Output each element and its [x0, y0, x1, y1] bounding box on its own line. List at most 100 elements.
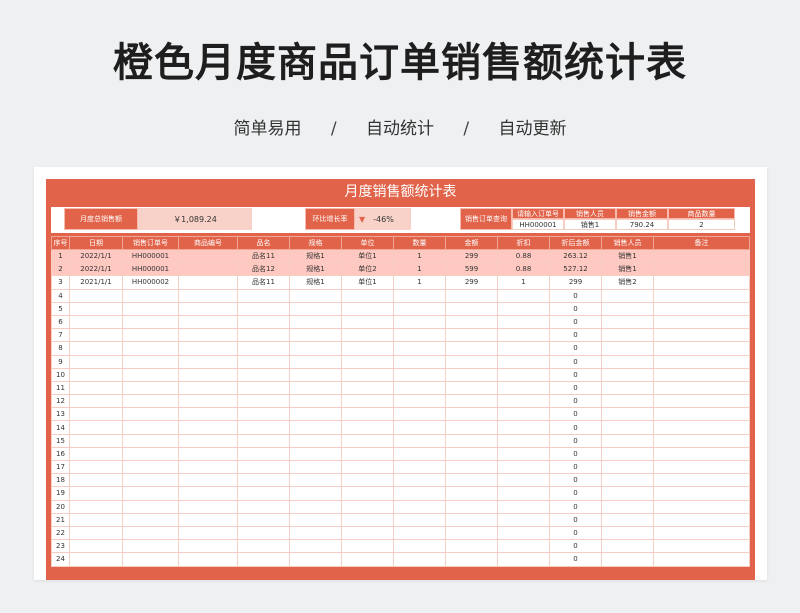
table-cell-product-name[interactable]	[237, 525, 290, 541]
table-cell-product-code[interactable]	[178, 275, 238, 290]
table-cell-product-name[interactable]	[237, 512, 290, 527]
table-cell-salesperson[interactable]	[601, 539, 654, 554]
table-cell-spec[interactable]	[289, 473, 342, 488]
table-cell-amount[interactable]	[445, 512, 498, 527]
table-cell-remark[interactable]	[653, 394, 750, 409]
table-cell-index[interactable]: 15	[51, 433, 70, 448]
table-cell-order-no[interactable]	[122, 486, 179, 501]
table-cell-spec[interactable]	[289, 301, 342, 316]
table-cell-discounted-amount[interactable]: 0	[549, 433, 602, 448]
table-cell-product-code[interactable]	[178, 459, 238, 475]
table-cell-discounted-amount[interactable]: 0	[549, 394, 602, 409]
table-cell-quantity[interactable]	[393, 341, 446, 356]
table-cell-discount[interactable]	[497, 394, 550, 409]
table-cell-amount[interactable]	[445, 552, 498, 567]
table-cell-date[interactable]	[69, 394, 123, 409]
table-cell-remark[interactable]	[653, 539, 750, 554]
table-cell-remark[interactable]	[653, 499, 750, 514]
table-cell-order-no[interactable]	[122, 328, 179, 343]
table-cell-unit[interactable]	[341, 380, 394, 396]
table-cell-date[interactable]	[69, 367, 123, 382]
table-cell-discounted-amount[interactable]: 0	[549, 420, 602, 435]
table-cell-spec[interactable]: 规格1	[289, 248, 342, 264]
table-cell-quantity[interactable]	[393, 407, 446, 422]
table-cell-index[interactable]: 8	[51, 341, 70, 356]
table-cell-discounted-amount[interactable]: 0	[549, 380, 602, 396]
table-cell-index[interactable]: 1	[51, 248, 70, 264]
table-cell-salesperson[interactable]	[601, 512, 654, 527]
table-cell-discount[interactable]	[497, 328, 550, 343]
total-sales-value[interactable]: ￥1,089.24	[138, 208, 252, 230]
table-cell-order-no[interactable]	[122, 394, 179, 409]
table-cell-discounted-amount[interactable]: 0	[549, 446, 602, 462]
table-cell-index[interactable]: 23	[51, 539, 70, 554]
table-cell-order-no[interactable]	[122, 539, 179, 554]
table-cell-discount[interactable]	[497, 473, 550, 488]
table-cell-quantity[interactable]	[393, 380, 446, 396]
table-cell-discount[interactable]	[497, 314, 550, 330]
table-cell-date[interactable]: 2021/1/1	[69, 275, 123, 290]
table-cell-amount[interactable]	[445, 420, 498, 435]
table-cell-product-name[interactable]: 品名11	[237, 248, 290, 264]
table-cell-index[interactable]: 18	[51, 473, 70, 488]
table-cell-product-code[interactable]	[178, 288, 238, 303]
table-cell-index[interactable]: 13	[51, 407, 70, 422]
table-cell-product-code[interactable]	[178, 367, 238, 382]
table-cell-date[interactable]	[69, 354, 123, 369]
table-cell-product-name[interactable]	[237, 499, 290, 514]
table-cell-date[interactable]	[69, 288, 123, 303]
table-cell-spec[interactable]	[289, 380, 342, 396]
table-cell-discounted-amount[interactable]: 0	[549, 486, 602, 501]
table-cell-quantity[interactable]	[393, 420, 446, 435]
table-cell-remark[interactable]	[653, 552, 750, 567]
table-cell-discount[interactable]	[497, 354, 550, 369]
table-cell-order-no[interactable]	[122, 512, 179, 527]
table-cell-date[interactable]	[69, 525, 123, 541]
table-cell-salesperson[interactable]: 销售1	[601, 262, 654, 277]
table-cell-order-no[interactable]	[122, 341, 179, 356]
table-cell-spec[interactable]	[289, 512, 342, 527]
table-cell-index[interactable]: 12	[51, 394, 70, 409]
table-cell-discount[interactable]	[497, 420, 550, 435]
table-cell-unit[interactable]	[341, 407, 394, 422]
table-cell-order-no[interactable]	[122, 367, 179, 382]
table-cell-date[interactable]	[69, 380, 123, 396]
table-cell-product-code[interactable]	[178, 341, 238, 356]
table-cell-unit[interactable]	[341, 288, 394, 303]
table-cell-date[interactable]	[69, 314, 123, 330]
table-cell-salesperson[interactable]	[601, 473, 654, 488]
table-cell-index[interactable]: 6	[51, 314, 70, 330]
table-cell-product-code[interactable]	[178, 486, 238, 501]
table-cell-product-code[interactable]	[178, 473, 238, 488]
table-cell-product-name[interactable]	[237, 433, 290, 448]
table-cell-discounted-amount[interactable]: 0	[549, 301, 602, 316]
table-cell-order-no[interactable]	[122, 446, 179, 462]
table-cell-date[interactable]	[69, 328, 123, 343]
table-cell-discounted-amount[interactable]: 0	[549, 328, 602, 343]
table-cell-salesperson[interactable]	[601, 301, 654, 316]
table-cell-salesperson[interactable]	[601, 380, 654, 396]
table-cell-product-name[interactable]	[237, 407, 290, 422]
table-cell-product-name[interactable]	[237, 328, 290, 343]
table-cell-index[interactable]: 24	[51, 552, 70, 567]
table-cell-unit[interactable]	[341, 354, 394, 369]
table-cell-discount[interactable]	[497, 380, 550, 396]
table-cell-remark[interactable]	[653, 301, 750, 316]
table-cell-salesperson[interactable]	[601, 499, 654, 514]
table-cell-index[interactable]: 22	[51, 525, 70, 541]
table-cell-discount[interactable]	[497, 446, 550, 462]
table-cell-order-no[interactable]	[122, 525, 179, 541]
table-cell-date[interactable]	[69, 446, 123, 462]
table-cell-index[interactable]: 9	[51, 354, 70, 369]
table-cell-date[interactable]	[69, 512, 123, 527]
table-cell-remark[interactable]	[653, 367, 750, 382]
table-cell-spec[interactable]: 规格1	[289, 275, 342, 290]
table-cell-amount[interactable]	[445, 486, 498, 501]
table-cell-index[interactable]: 14	[51, 420, 70, 435]
table-cell-spec[interactable]	[289, 367, 342, 382]
table-cell-product-code[interactable]	[178, 354, 238, 369]
table-cell-quantity[interactable]: 1	[393, 275, 446, 290]
table-cell-spec[interactable]	[289, 354, 342, 369]
table-cell-date[interactable]	[69, 341, 123, 356]
table-cell-index[interactable]: 5	[51, 301, 70, 316]
